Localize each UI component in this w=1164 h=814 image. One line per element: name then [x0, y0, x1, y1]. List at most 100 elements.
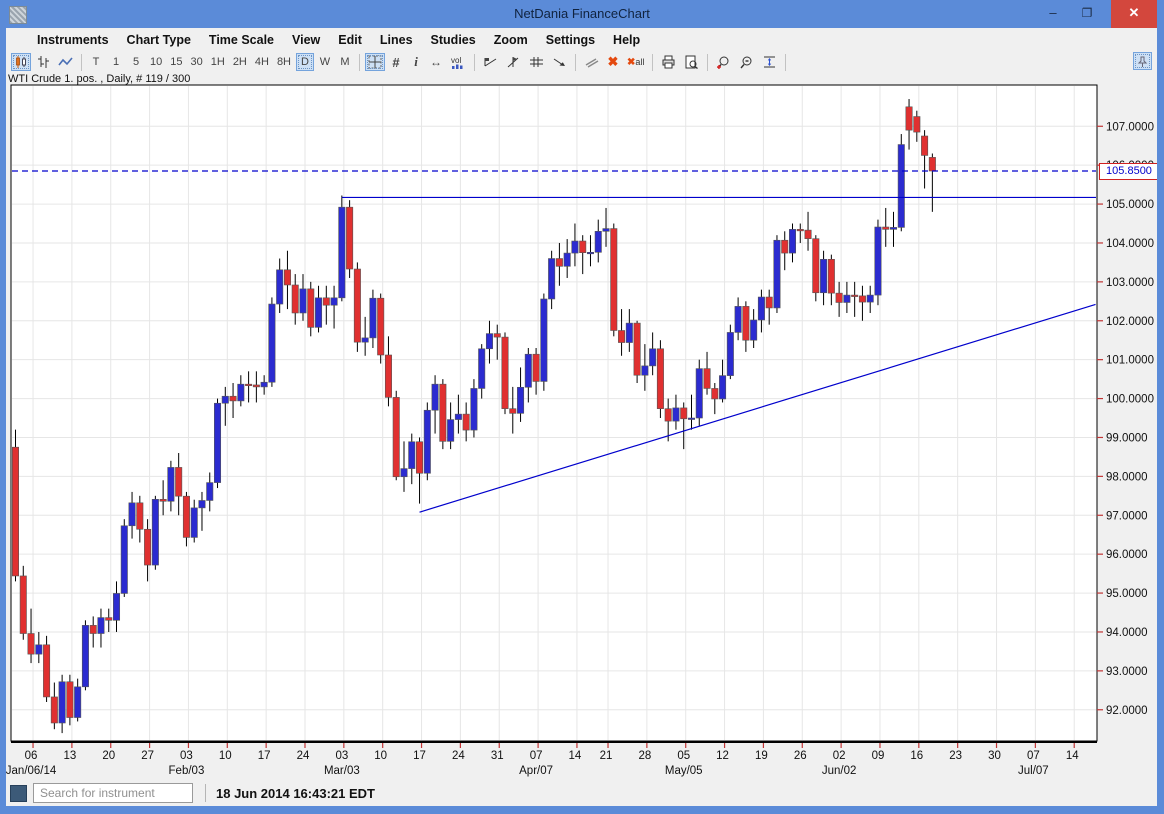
zoom-in-icon	[716, 55, 731, 69]
parallel-channel-button[interactable]	[526, 53, 547, 71]
svg-text:96.0000: 96.0000	[1106, 549, 1148, 561]
volume-button[interactable]: vol	[447, 53, 469, 71]
time-scale-button-2h[interactable]: 2H	[230, 53, 250, 71]
time-scale-button-w[interactable]: W	[316, 53, 334, 71]
svg-text:Jun/02: Jun/02	[822, 765, 857, 777]
print-preview-button[interactable]	[681, 53, 702, 71]
toolbar-separator	[652, 54, 653, 71]
instrument-search-box[interactable]	[33, 783, 193, 803]
time-scale-button-1[interactable]: 1	[107, 53, 125, 71]
menu-item-help[interactable]: Help	[604, 31, 649, 49]
menu-item-chart-type[interactable]: Chart Type	[118, 31, 200, 49]
menu-item-edit[interactable]: Edit	[329, 31, 371, 49]
svg-text:104.0000: 104.0000	[1106, 238, 1154, 250]
svg-text:16: 16	[910, 750, 923, 762]
search-input[interactable]	[38, 786, 197, 800]
svg-text:17: 17	[413, 750, 426, 762]
print-button[interactable]	[658, 53, 679, 71]
time-scale-button-5[interactable]: 5	[127, 53, 145, 71]
svg-text:02: 02	[833, 750, 846, 762]
svg-text:12: 12	[716, 750, 729, 762]
print-preview-icon	[684, 55, 699, 69]
menu-item-settings[interactable]: Settings	[537, 31, 604, 49]
expand-horizontal-button[interactable]: ↔	[427, 53, 445, 71]
svg-text:14: 14	[1066, 750, 1079, 762]
svg-text:24: 24	[452, 750, 465, 762]
zoom-in-button[interactable]	[713, 53, 734, 71]
candlestick-chart-button[interactable]	[11, 53, 31, 71]
svg-text:31: 31	[491, 750, 504, 762]
menu-item-time-scale[interactable]: Time Scale	[200, 31, 283, 49]
title-bar[interactable]: NetDania FinanceChart – ❐ ✕	[0, 0, 1164, 28]
line-chart-button[interactable]	[55, 53, 76, 71]
crosshair-icon	[368, 55, 382, 69]
time-scale-button-30[interactable]: 30	[188, 53, 206, 71]
minimize-button[interactable]: –	[1038, 0, 1068, 28]
time-scale-button-t[interactable]: T	[87, 53, 105, 71]
svg-text:05: 05	[677, 750, 690, 762]
time-scale-button-d[interactable]: D	[296, 53, 314, 71]
window-border-left	[0, 0, 6, 814]
menu-item-lines[interactable]: Lines	[371, 31, 422, 49]
arrow-line-icon	[552, 55, 567, 69]
delete-all-x: ✖	[627, 57, 635, 68]
svg-text:101.0000: 101.0000	[1106, 355, 1154, 367]
svg-text:92.0000: 92.0000	[1106, 705, 1148, 717]
trend-line-angle-button[interactable]	[503, 53, 524, 71]
volume-icon: vol	[450, 55, 466, 70]
svg-text:03: 03	[180, 750, 193, 762]
delete-line-button[interactable]: ✖	[604, 53, 622, 71]
svg-text:20: 20	[102, 750, 115, 762]
parallel-lines-button[interactable]	[581, 53, 602, 71]
svg-text:100.0000: 100.0000	[1106, 394, 1154, 406]
svg-text:21: 21	[600, 750, 613, 762]
svg-text:May/05: May/05	[665, 765, 703, 777]
fit-vertical-button[interactable]	[759, 53, 780, 71]
svg-text:94.0000: 94.0000	[1106, 627, 1148, 639]
arrow-line-button[interactable]	[549, 53, 570, 71]
svg-text:95.0000: 95.0000	[1106, 588, 1148, 600]
svg-text:24: 24	[297, 750, 310, 762]
ohlc-bars-button[interactable]	[33, 53, 53, 71]
svg-text:Mar/03: Mar/03	[324, 765, 360, 777]
instrument-caption: WTI Crude 1. pos. , Daily, # 119 / 300	[8, 73, 190, 85]
svg-text:97.0000: 97.0000	[1106, 510, 1148, 522]
pin-toolbar-button[interactable]	[1133, 52, 1152, 70]
svg-text:27: 27	[141, 750, 154, 762]
svg-text:19: 19	[755, 750, 768, 762]
svg-text:23: 23	[949, 750, 962, 762]
menu-item-instruments[interactable]: Instruments	[28, 31, 118, 49]
maximize-button[interactable]: ❐	[1072, 0, 1102, 28]
menu-item-view[interactable]: View	[283, 31, 329, 49]
zoom-out-button[interactable]	[736, 53, 757, 71]
fit-vertical-icon	[762, 55, 777, 69]
trend-line-button[interactable]	[480, 53, 501, 71]
crosshair-button[interactable]	[365, 53, 385, 71]
time-scale-button-m[interactable]: M	[336, 53, 354, 71]
grid-toggle-button[interactable]: #	[387, 53, 405, 71]
time-scale-group: T151015301H2H4H8HDWM	[86, 53, 355, 71]
time-scale-button-4h[interactable]: 4H	[252, 53, 272, 71]
svg-text:Feb/03: Feb/03	[169, 765, 205, 777]
svg-text:06: 06	[25, 750, 38, 762]
close-button[interactable]: ✕	[1111, 0, 1157, 28]
info-button[interactable]: i	[407, 53, 425, 71]
time-scale-button-8h[interactable]: 8H	[274, 53, 294, 71]
delete-all-label: all	[635, 57, 644, 67]
toolbar-separator	[81, 54, 82, 71]
menu-item-studies[interactable]: Studies	[422, 31, 485, 49]
svg-text:07: 07	[1027, 750, 1040, 762]
delete-all-lines-button[interactable]: ✖all	[624, 53, 647, 71]
toolbar-separator	[785, 54, 786, 71]
toolbar-separator	[707, 54, 708, 71]
connection-status-icon	[10, 785, 27, 802]
time-scale-button-1h[interactable]: 1H	[208, 53, 228, 71]
menu-item-zoom[interactable]: Zoom	[485, 31, 537, 49]
window-border-right	[1157, 0, 1164, 814]
toolbar-separator	[359, 54, 360, 71]
status-bar: 18 Jun 2014 16:43:21 EDT	[6, 780, 1157, 806]
time-scale-button-10[interactable]: 10	[147, 53, 165, 71]
time-scale-button-15[interactable]: 15	[167, 53, 185, 71]
price-chart-plot[interactable]: 92.000093.000094.000095.000096.000097.00…	[0, 0, 1164, 814]
svg-text:30: 30	[988, 750, 1001, 762]
